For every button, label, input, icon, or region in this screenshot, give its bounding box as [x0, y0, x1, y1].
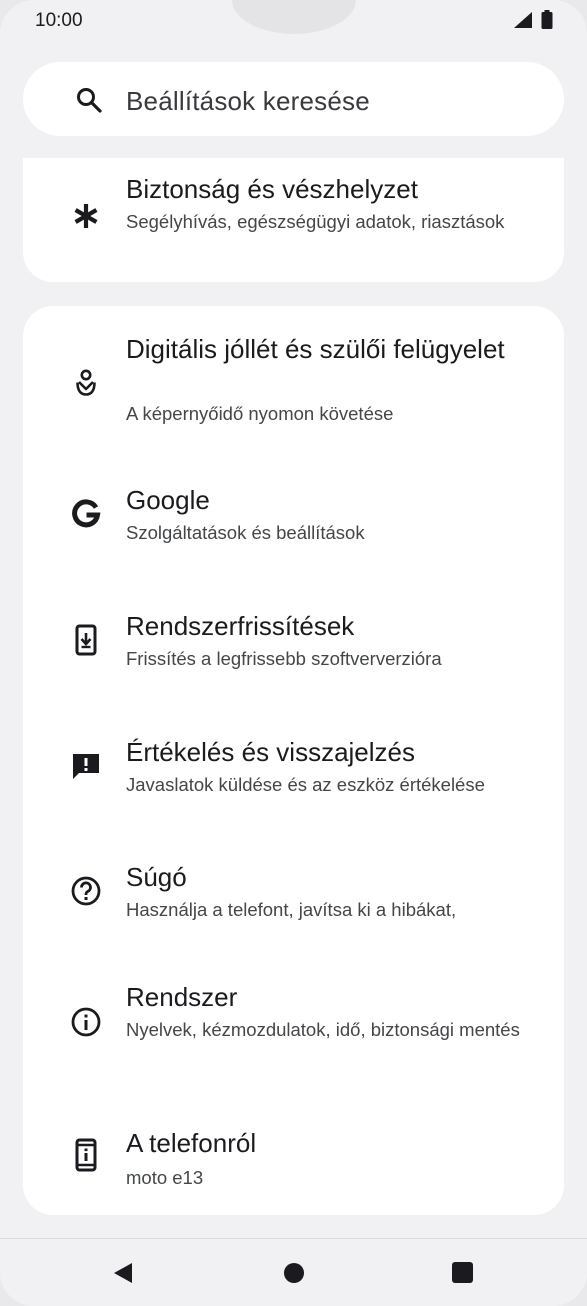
- settings-card-main: Digitális jóllét és szülői felügyelet A …: [23, 306, 564, 1215]
- feedback-icon: [66, 746, 106, 786]
- recents-icon[interactable]: [452, 1262, 473, 1283]
- item-subtitle: Frissítés a legfrissebb szoftververzióra: [126, 648, 442, 669]
- item-title: Súgó: [126, 862, 187, 892]
- item-title: Rendszer: [126, 982, 238, 1012]
- status-time: 10:00: [35, 10, 83, 31]
- settings-item-feedback[interactable]: Értékelés és visszajelzés Javaslatok kül…: [23, 726, 564, 806]
- help-icon: [66, 871, 106, 911]
- signal-icon: [514, 12, 532, 28]
- system-update-icon: [66, 620, 106, 660]
- status-bar: 10:00: [0, 0, 587, 40]
- phone-info-icon: [66, 1135, 106, 1175]
- item-subtitle: moto e13: [126, 1167, 204, 1188]
- item-title: Értékelés és visszajelzés: [126, 737, 415, 767]
- item-title: Biztonság és vészhelyzet: [126, 174, 418, 204]
- home-icon[interactable]: [284, 1263, 304, 1283]
- google-icon: [66, 494, 106, 534]
- info-icon: [66, 1002, 106, 1042]
- battery-icon: [541, 10, 553, 29]
- settings-item-system[interactable]: Rendszer Nyelvek, kézmozdulatok, idő, bi…: [23, 971, 564, 1071]
- item-subtitle: Javaslatok küldése és az eszköz értékelé…: [126, 774, 485, 795]
- settings-item-help[interactable]: Súgó Használja a telefont, javítsa ki a …: [23, 851, 564, 931]
- item-title: Google: [126, 485, 210, 515]
- search-bar[interactable]: Beállítások keresése: [23, 62, 564, 136]
- item-title: Rendszerfrissítések: [126, 611, 355, 641]
- item-subtitle: Segélyhívás, egészségügyi adatok, riaszt…: [126, 211, 505, 232]
- settings-item-digital-wellbeing[interactable]: Digitális jóllét és szülői felügyelet A …: [23, 328, 564, 438]
- phone-screen: 10:00 Beállítások keresése Biztonság és …: [0, 0, 587, 1306]
- asterisk-icon: [66, 196, 106, 236]
- item-subtitle: Használja a telefont, javítsa ki a hibák…: [126, 899, 457, 920]
- search-placeholder: Beállítások keresése: [126, 86, 370, 116]
- item-title: A telefonról: [126, 1128, 257, 1158]
- settings-item-safety-emergency[interactable]: Biztonság és vészhelyzet Segélyhívás, eg…: [23, 158, 564, 282]
- digital-wellbeing-icon: [66, 363, 106, 403]
- settings-item-system-updates[interactable]: Rendszerfrissítések Frissítés a legfriss…: [23, 600, 564, 680]
- navigation-bar: [0, 1238, 587, 1306]
- item-subtitle: Szolgáltatások és beállítások: [126, 522, 365, 543]
- settings-card-top: Biztonság és vészhelyzet Segélyhívás, eg…: [23, 158, 564, 282]
- item-subtitle: Nyelvek, kézmozdulatok, idő, biztonsági …: [126, 1019, 520, 1040]
- settings-item-about-phone[interactable]: A telefonról moto e13: [23, 1113, 564, 1193]
- back-icon[interactable]: [113, 1262, 133, 1284]
- item-title: Digitális jóllét és szülői felügyelet: [126, 334, 505, 364]
- search-icon: [77, 88, 102, 113]
- settings-item-google[interactable]: Google Szolgáltatások és beállítások: [23, 474, 564, 554]
- item-subtitle: A képernyőidő nyomon követése: [126, 403, 394, 424]
